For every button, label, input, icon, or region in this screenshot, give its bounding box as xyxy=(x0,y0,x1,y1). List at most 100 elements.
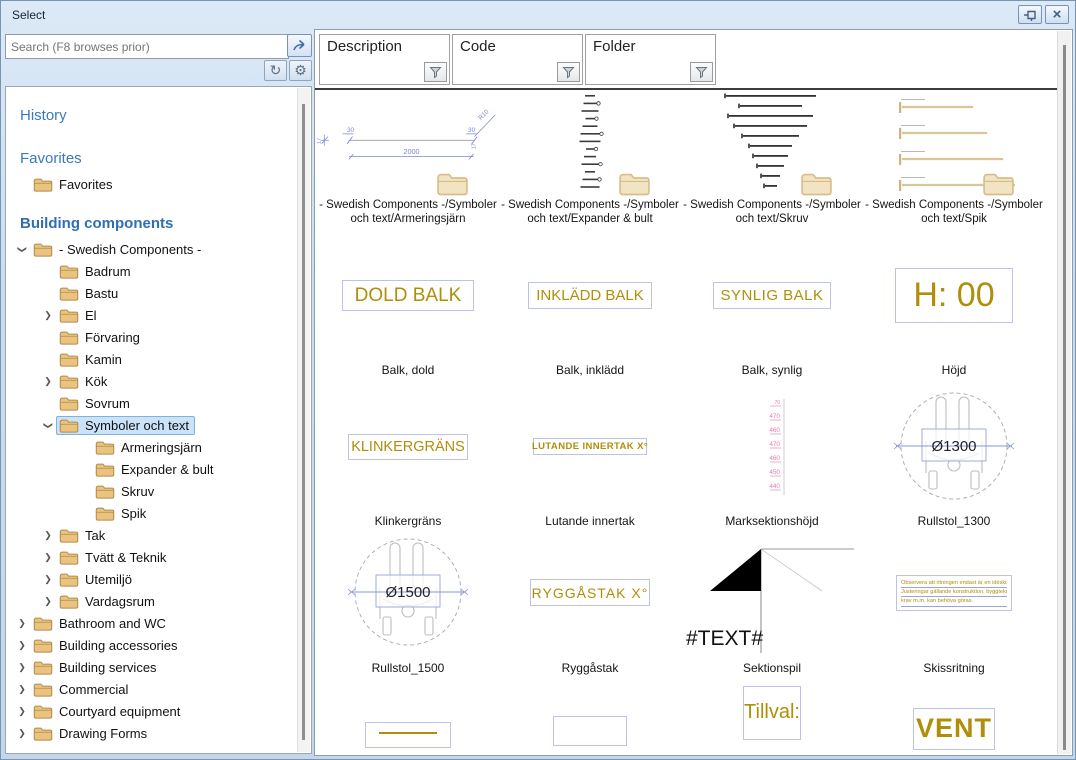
tree-item-armeringsj-rn[interactable]: Armeringsjärn xyxy=(6,436,297,458)
chevron-down-icon[interactable]: ❯ xyxy=(17,241,28,257)
component-item-cutbox[interactable] xyxy=(317,676,499,740)
component-caption: Balk, synlig xyxy=(742,363,803,378)
component-caption: - Swedish Components -/Symboler och text… xyxy=(683,198,861,227)
component-item-swedish-components-symboler-och-text-spi[interactable]: - Swedish Components -/Symboler och text… xyxy=(863,90,1045,227)
tree-item-label: Kamin xyxy=(85,352,122,367)
component-item-balk-inklädd[interactable]: INKLÄDD BALKBalk, inklädd xyxy=(499,227,681,378)
component-item-swedish-components-symboler-och-text-exp[interactable]: - Swedish Components -/Symboler och text… xyxy=(499,90,681,227)
component-item-sektionspil[interactable]: #TEXT# Sektionspil xyxy=(681,529,863,676)
component-item-skissritning[interactable]: Observera att ritningen endast är en idé… xyxy=(863,529,1045,676)
chevron-right-icon[interactable]: ❯ xyxy=(40,310,56,321)
chevron-right-icon[interactable]: ❯ xyxy=(40,574,56,585)
tree-item-bathroom-and-wc[interactable]: ❯ Bathroom and WC xyxy=(6,612,297,634)
folder-icon xyxy=(59,528,79,543)
tree-item-label: Utemiljö xyxy=(85,572,132,587)
component-item-balk-dold[interactable]: DOLD BALKBalk, dold xyxy=(317,227,499,378)
chevron-right-icon[interactable]: ❯ xyxy=(14,684,30,695)
component-item-ryggåstak[interactable]: RYGGÅSTAK X°Ryggåstak xyxy=(499,529,681,676)
component-item-cutbox[interactable] xyxy=(499,676,681,740)
svg-text:17: 17 xyxy=(471,143,477,149)
tree-item-sovrum[interactable]: Sovrum xyxy=(6,392,297,414)
component-item-rullstol-1300[interactable]: Ø1300 Rullstol_1300 xyxy=(863,378,1045,529)
filter-button-description[interactable] xyxy=(424,62,447,82)
chevron-right-icon[interactable]: ❯ xyxy=(40,376,56,387)
tree-item-label: Building services xyxy=(59,660,157,675)
tree-item-utemilj[interactable]: ❯ Utemiljö xyxy=(6,568,297,590)
tree-item-badrum[interactable]: Badrum xyxy=(6,260,297,282)
tree-item-tak[interactable]: ❯ Tak xyxy=(6,524,297,546)
tree-item-tv-tt-teknik[interactable]: ❯ Tvätt & Teknik xyxy=(6,546,297,568)
component-item-tillval[interactable]: Tillval: xyxy=(681,676,863,740)
svg-text:R10: R10 xyxy=(477,108,491,122)
symbol-box: DOLD BALK xyxy=(342,280,474,311)
search-go-button[interactable] xyxy=(287,34,312,57)
refresh-button[interactable]: ↻ xyxy=(264,60,287,81)
component-item-lutande-innertak[interactable]: LUTANDE INNERTAK X°Lutande innertak xyxy=(499,378,681,529)
chevron-right-icon[interactable]: ❯ xyxy=(40,596,56,607)
component-caption: Höjd xyxy=(942,363,967,378)
title-bar: Select × xyxy=(1,1,1075,28)
chevron-right-icon[interactable]: ❯ xyxy=(40,552,56,563)
tree-item-el[interactable]: ❯ El xyxy=(6,304,297,326)
tree-item-spik[interactable]: Spik xyxy=(6,502,297,524)
tree-item-expander-bult[interactable]: Expander & bult xyxy=(6,458,297,480)
tree-item-vardagsrum[interactable]: ❯ Vardagsrum xyxy=(6,590,297,612)
pin-button[interactable] xyxy=(1018,5,1042,24)
column-header-folder[interactable]: Folder xyxy=(585,34,716,85)
folder-icon xyxy=(33,616,53,631)
tree-item-drawing-forms[interactable]: ❯ Drawing Forms xyxy=(6,722,297,744)
component-item-swedish-components-symboler-och-text-arm[interactable]: 30 30 2000 R10 17 17 - Swedish Component… xyxy=(317,90,499,227)
component-item-balk-synlig[interactable]: SYNLIG BALKBalk, synlig xyxy=(681,227,863,378)
chevron-right-icon[interactable]: ❯ xyxy=(14,706,30,717)
tree-item-building-services[interactable]: ❯ Building services xyxy=(6,656,297,678)
settings-button[interactable]: ⚙ xyxy=(289,60,312,81)
chevron-right-icon[interactable]: ❯ xyxy=(14,618,30,629)
tree-item-label: Badrum xyxy=(85,264,131,279)
tree-item-symboler-och-text[interactable]: ❯ Symboler och text xyxy=(6,414,297,436)
tree-item-courtyard-equipment[interactable]: ❯ Courtyard equipment xyxy=(6,700,297,722)
component-item-klinkergräns[interactable]: KLINKERGRÄNSKlinkergräns xyxy=(317,378,499,529)
chevron-right-icon[interactable]: ❯ xyxy=(40,530,56,541)
symbol-box: INKLÄDD BALK xyxy=(528,282,652,309)
component-caption: Marksektionshöjd xyxy=(725,514,818,529)
section-history[interactable]: History xyxy=(6,101,297,130)
chevron-right-icon[interactable]: ❯ xyxy=(14,662,30,673)
tree-item-k-k[interactable]: ❯ Kök xyxy=(6,370,297,392)
tree-item-skruv[interactable]: Skruv xyxy=(6,480,297,502)
grid-scrollbar[interactable] xyxy=(1057,31,1071,754)
close-icon: × xyxy=(1053,7,1062,22)
filter-button-code[interactable] xyxy=(557,62,580,82)
column-header-code[interactable]: Code xyxy=(452,34,583,85)
column-header-description[interactable]: Description xyxy=(319,34,450,85)
component-item-rullstol-1500[interactable]: Ø1500 Rullstol_1500 xyxy=(317,529,499,676)
chevron-down-icon[interactable]: ❯ xyxy=(43,417,54,433)
section-favorites[interactable]: Favorites xyxy=(6,144,297,173)
section-building-components[interactable]: Building components xyxy=(6,209,297,238)
tree-item-kamin[interactable]: Kamin xyxy=(6,348,297,370)
tree-item-bastu[interactable]: Bastu xyxy=(6,282,297,304)
tree-item-building-accessories[interactable]: ❯ Building accessories xyxy=(6,634,297,656)
component-item-vent[interactable]: VENT xyxy=(863,676,1045,740)
close-button[interactable]: × xyxy=(1045,5,1069,24)
tree-scrollbar[interactable] xyxy=(297,88,310,752)
component-item-marksektionshöjd[interactable]: 70 470 460 470 460 450 440 Marksektionsh… xyxy=(681,378,863,529)
tree-item-swedish-components[interactable]: ❯ - Swedish Components - xyxy=(6,238,297,260)
component-item-swedish-components-symboler-och-text-skr[interactable]: - Swedish Components -/Symboler och text… xyxy=(681,90,863,227)
sektionspil-drawing: #TEXT# xyxy=(686,533,858,653)
folder-icon xyxy=(33,177,53,192)
svg-text:#TEXT#: #TEXT# xyxy=(686,627,763,650)
filter-button-folder[interactable] xyxy=(690,62,713,82)
tree-item-f-rvaring[interactable]: Förvaring xyxy=(6,326,297,348)
tree-item-label: Armeringsjärn xyxy=(121,440,202,455)
folder-icon xyxy=(59,374,79,389)
search-input[interactable] xyxy=(5,34,289,59)
folder-icon xyxy=(33,704,53,719)
tree-item-favorites[interactable]: Favorites xyxy=(6,173,297,195)
chevron-right-icon[interactable]: ❯ xyxy=(14,640,30,651)
component-item-höjd[interactable]: H: 00Höjd xyxy=(863,227,1045,378)
filter-icon xyxy=(695,66,708,79)
symbol-box: KLINKERGRÄNS xyxy=(348,434,468,460)
chevron-right-icon[interactable]: ❯ xyxy=(14,728,30,739)
column-header-row: Description Code Folder xyxy=(315,30,1058,88)
tree-item-commercial[interactable]: ❯ Commercial xyxy=(6,678,297,700)
